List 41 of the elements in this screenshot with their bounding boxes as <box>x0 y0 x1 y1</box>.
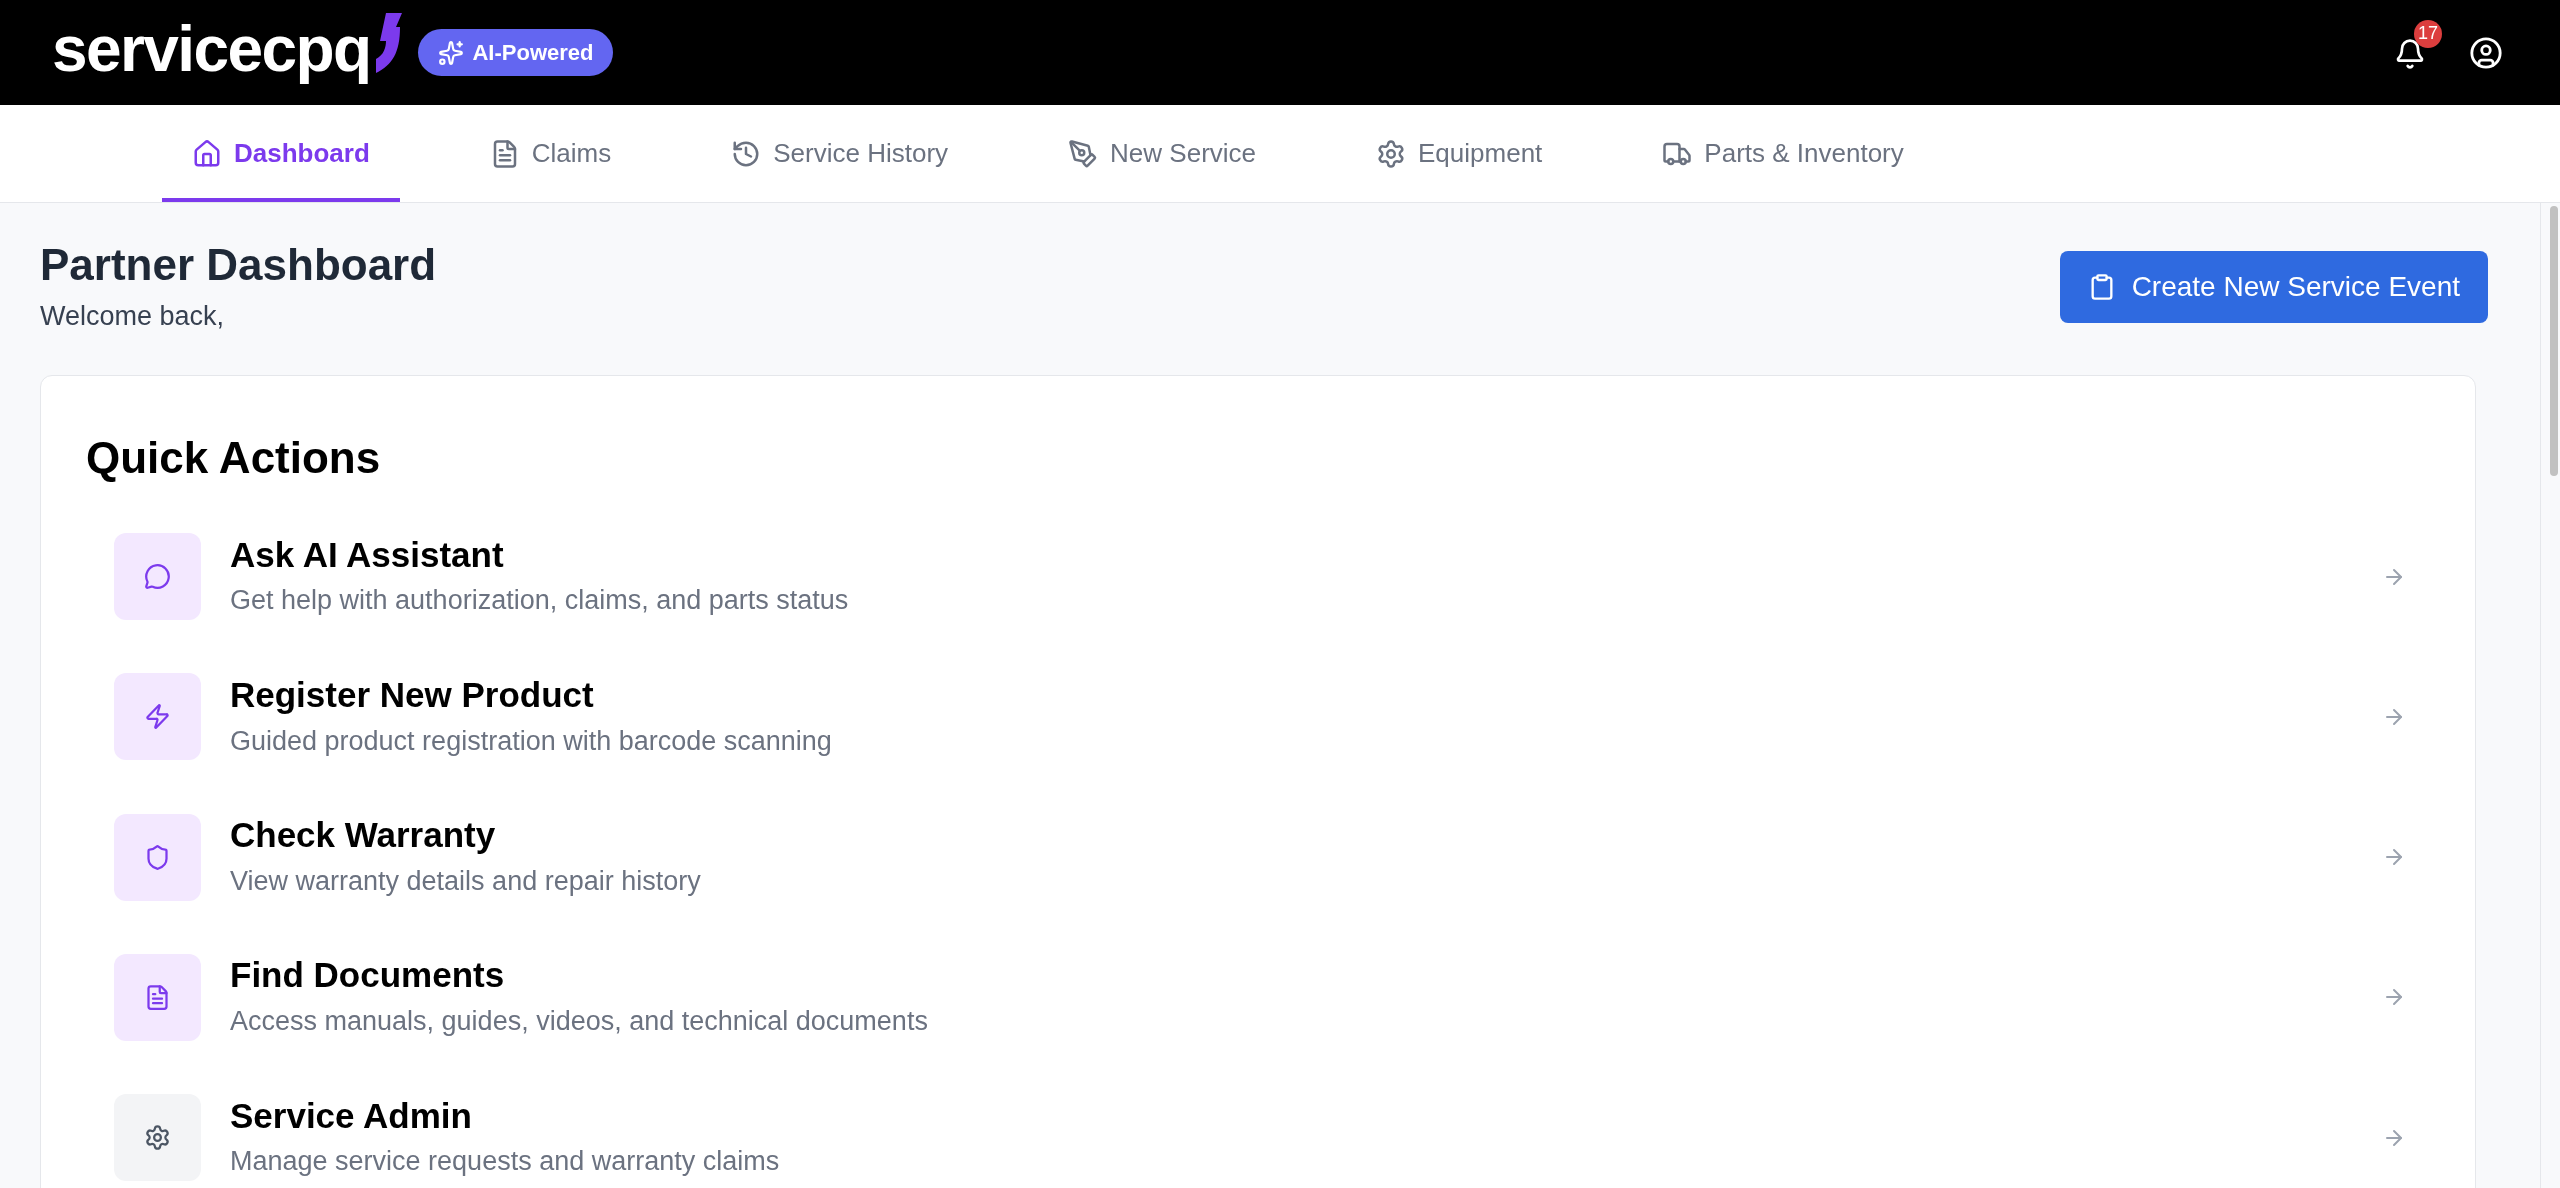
nav-tab[interactable]: Dashboard <box>162 105 400 202</box>
nav-tab[interactable]: Service History <box>701 105 979 202</box>
action-description: Manage service requests and warranty claims <box>230 1145 780 1179</box>
section-title: Quick Actions <box>86 431 382 484</box>
create-service-event-button[interactable]: Create New Service Event <box>2059 251 2488 323</box>
ai-badge: AI-Powered <box>418 29 614 76</box>
page-title: Partner Dashboard <box>40 239 437 291</box>
quick-action-item[interactable]: Ask AI Assistant Get help with authorization, claims, and parts status <box>86 532 2430 621</box>
notification-count: 17 <box>2414 19 2442 48</box>
profile-button[interactable] <box>2468 34 2504 71</box>
action-title: Ask AI Assistant <box>230 533 505 576</box>
action-description: Get help with authorization, claims, and parts status <box>230 584 849 618</box>
chat-bubble-icon <box>144 563 171 591</box>
nav-tab[interactable]: New Service <box>1038 105 1287 202</box>
scrollbar[interactable] <box>2540 203 2560 1188</box>
quick-action-item[interactable]: Service Admin Manage service requests and warranty claims <box>86 1093 2430 1182</box>
action-description: View warranty details and repair history <box>230 864 701 898</box>
sparkles-icon <box>438 39 465 66</box>
user-icon <box>2469 35 2503 70</box>
welcome-text: Welcome back, <box>40 300 226 333</box>
nav-tab[interactable]: Equipment <box>1346 105 1573 202</box>
shield-icon <box>144 843 171 871</box>
quick-action-item[interactable]: Find Documents Access manuals, guides, videos, and technical documents <box>86 953 2430 1042</box>
action-description: Access manuals, guides, videos, and technical documents <box>230 1005 928 1038</box>
lightning-icon <box>144 703 171 731</box>
action-description: Guided product registration with barcode scanning <box>230 724 832 758</box>
nav-tab[interactable]: Claims <box>459 105 642 202</box>
bell-icon <box>2394 37 2426 70</box>
settings-icon <box>1376 138 1407 169</box>
quick-action-item[interactable]: Register New Product Guided product registration with barcode scanning <box>86 672 2430 761</box>
quick-action-item[interactable]: Check Warranty View warranty details and repair history <box>86 813 2430 902</box>
action-title: Find Documents <box>230 954 506 997</box>
document-icon <box>144 983 171 1011</box>
house-icon <box>192 138 222 169</box>
action-title: Check Warranty <box>230 814 497 856</box>
notifications-button[interactable]: 17 <box>2394 19 2442 72</box>
action-title: Service Admin <box>230 1094 473 1137</box>
action-title: Register New Product <box>230 673 595 716</box>
settings-icon <box>144 1124 171 1152</box>
pen-icon <box>1068 138 1099 169</box>
nav-tab[interactable]: Parts & Inventory <box>1632 105 1934 202</box>
